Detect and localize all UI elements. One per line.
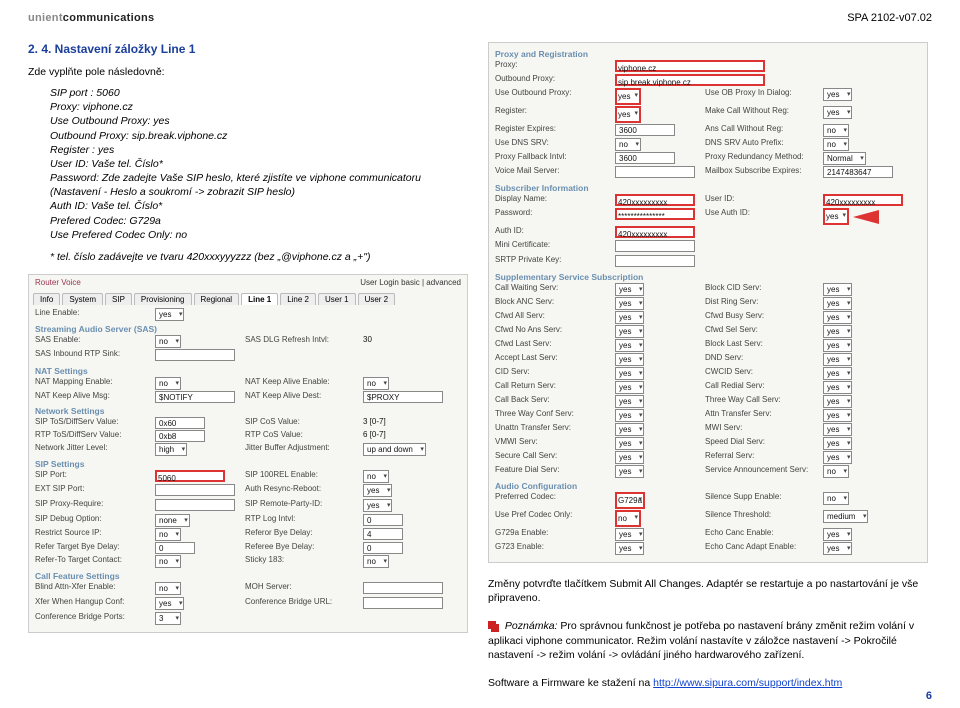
tab-provisioning[interactable]: Provisioning [134, 293, 192, 305]
tab-row: Info System SIP Provisioning Regional Li… [29, 290, 467, 305]
intro-text: Zde vyplňte pole následovně: [28, 66, 468, 78]
pref-codec-only-select[interactable]: no [615, 510, 641, 527]
logo: unientcommunications [28, 12, 932, 24]
tab-user2[interactable]: User 2 [358, 293, 396, 305]
note-icon [488, 621, 496, 629]
tab-regional[interactable]: Regional [194, 293, 240, 305]
model: SPA 2102-v07.02 [847, 12, 932, 24]
right-config-panel: Proxy and Registration Proxy:viphone.cz … [488, 42, 928, 563]
tab-line1[interactable]: Line 1 [241, 293, 278, 305]
settings-list: SIP port : 5060 Proxy: viphone.cz Use Ou… [50, 86, 468, 264]
line-enable-select[interactable]: yes [155, 308, 184, 321]
use-outbound-select[interactable]: yes [615, 88, 641, 105]
panel-top-right: User Login basic | advanced [360, 278, 461, 287]
note-text: Poznámka: Pro správnou funkčnost je potř… [488, 619, 928, 662]
arrow-icon [853, 210, 879, 224]
auth-id-input[interactable]: 420xxxxxxxxx [615, 226, 695, 238]
sip-port-input[interactable]: 5060 [155, 470, 225, 482]
download-link[interactable]: http://www.sipura.com/support/index.htm [653, 677, 842, 689]
confirm-text: Změny potvrďte tlačítkem Submit All Chan… [488, 577, 928, 605]
software-text: Software a Firmware ke stažení na http:/… [488, 676, 928, 690]
register-select[interactable]: yes [615, 106, 641, 123]
section-title: 2. 4. Nastavení záložky Line 1 [28, 42, 468, 56]
tab-system[interactable]: System [62, 293, 103, 305]
password-input[interactable]: *************** [615, 208, 695, 220]
user-id-input[interactable]: 420xxxxxxxxx [823, 194, 903, 206]
panel-top-left: Router Voice [35, 278, 81, 287]
proxy-input[interactable]: viphone.cz [615, 60, 765, 72]
page-number: 6 [926, 690, 932, 702]
preferred-codec-select[interactable]: G729a [615, 492, 645, 509]
tab-user1[interactable]: User 1 [318, 293, 356, 305]
tab-line2[interactable]: Line 2 [280, 293, 316, 305]
outbound-proxy-input[interactable]: sip.break.viphone.cz [615, 74, 765, 86]
left-config-panel: Router Voice User Login basic | advanced… [28, 274, 468, 633]
tab-sip[interactable]: SIP [105, 293, 132, 305]
use-auth-id-select[interactable]: yes [823, 208, 849, 225]
tab-info[interactable]: Info [33, 293, 60, 305]
display-name-input[interactable]: 420xxxxxxxxx [615, 194, 695, 206]
